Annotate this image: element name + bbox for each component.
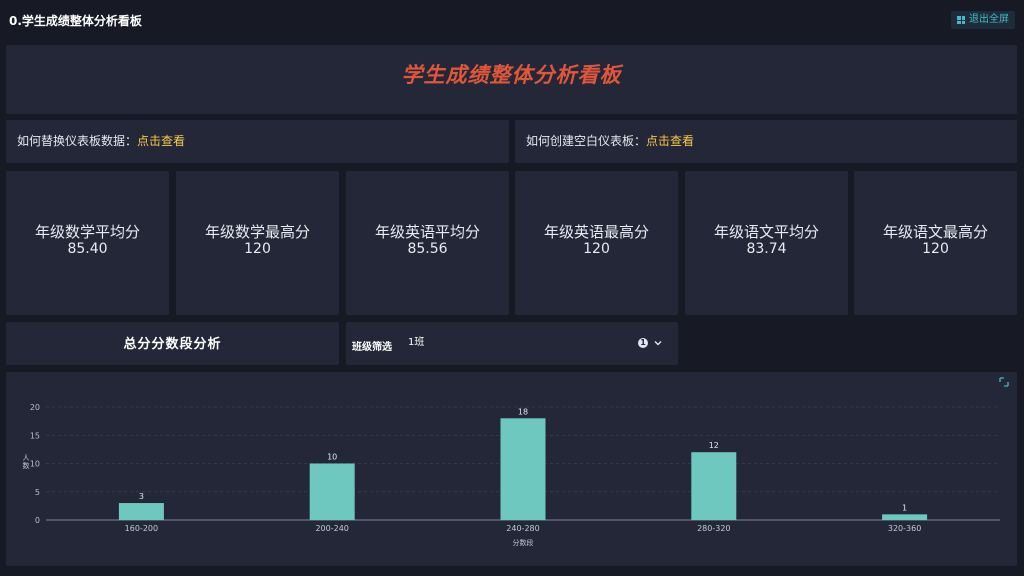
chart-panel: 0 5 10 15 20 人数 3 160-200 10 200-240 18 240-280 12 28… <box>6 372 1017 566</box>
exit-fullscreen-label: 退出全屏 <box>969 14 1009 25</box>
kpi-label: 年级数学最高分 <box>204 223 310 241</box>
chevron-down-icon <box>654 341 662 346</box>
grid-icon <box>957 16 965 24</box>
filter-label: 班级筛选 <box>352 342 392 353</box>
y-tick-label: 10 <box>30 460 40 469</box>
kpi-value: 120 <box>583 241 610 257</box>
kpi-card: 年级英语平均分 85.56 <box>346 171 509 315</box>
kpi-value: 120 <box>922 241 949 257</box>
help-panel-replace: 如何替换仪表板数据：点击查看 <box>6 120 509 163</box>
y-tick-label: 15 <box>30 431 40 440</box>
bar-value-label: 3 <box>139 492 144 501</box>
kpi-value: 120 <box>244 241 271 257</box>
bar-value-label: 1 <box>902 503 907 512</box>
filter-selected-value: 1班 <box>408 337 425 348</box>
x-tick-label: 200-240 <box>315 524 348 533</box>
help-prefix: 如何替换仪表板数据： <box>17 134 138 148</box>
bar-240-280 <box>500 418 546 520</box>
kpi-value: 85.40 <box>67 241 108 257</box>
bar-value-label: 18 <box>518 407 528 416</box>
kpi-card: 年级数学最高分 120 <box>176 171 339 315</box>
section-title-panel: 总分分数段分析 <box>6 322 339 365</box>
kpi-card: 年级英语最高分 120 <box>515 171 678 315</box>
dashboard-title: 学生成绩整体分析看板 <box>401 63 622 87</box>
x-tick-label: 320-360 <box>888 524 921 533</box>
x-axis-label: 分数段 <box>513 538 534 547</box>
kpi-value: 83.74 <box>746 241 787 257</box>
y-tick-label: 5 <box>35 488 40 497</box>
info-icon: 1 <box>638 338 648 348</box>
view-link[interactable]: 点击查看 <box>646 134 694 148</box>
class-filter-select[interactable]: 1班 1 <box>402 332 674 354</box>
view-link[interactable]: 点击查看 <box>137 134 185 148</box>
bar-280-320 <box>691 452 737 520</box>
class-filter-panel: 班级筛选 1班 1 <box>346 322 678 365</box>
help-panel-create: 如何创建空白仪表板：点击查看 <box>515 120 1017 163</box>
bar-200-240 <box>309 463 355 520</box>
exit-fullscreen-button[interactable]: 退出全屏 <box>951 11 1015 29</box>
page-title: 0.学生成绩整体分析看板 <box>9 14 142 28</box>
bar-value-label: 12 <box>709 441 719 450</box>
bar-chart: 0 5 10 15 20 人数 3 160-200 10 200-240 18 240-280 12 28… <box>23 403 1000 547</box>
x-tick-label: 160-200 <box>125 524 158 533</box>
y-tick-label: 20 <box>30 403 40 412</box>
y-axis-label: 人数 <box>23 454 30 470</box>
kpi-card: 年级语文平均分 83.74 <box>685 171 848 315</box>
kpi-label: 年级英语最高分 <box>543 223 649 241</box>
kpi-card: 年级数学平均分 85.40 <box>6 171 169 315</box>
kpi-value: 85.56 <box>407 241 448 257</box>
kpi-label: 年级语文最高分 <box>882 223 988 241</box>
kpi-label: 年级英语平均分 <box>374 223 480 241</box>
help-prefix: 如何创建空白仪表板： <box>526 134 647 148</box>
bar-value-label: 10 <box>327 453 337 462</box>
kpi-card: 年级语文最高分 120 <box>854 171 1017 315</box>
banner-panel: 学生成绩整体分析看板 <box>6 45 1017 114</box>
kpi-label: 年级数学平均分 <box>34 223 140 241</box>
bar-320-360 <box>882 514 928 520</box>
x-tick-label: 240-280 <box>506 524 539 533</box>
top-bar: 0.学生成绩整体分析看板 退出全屏 <box>0 0 1024 40</box>
kpi-label: 年级语文平均分 <box>713 223 819 241</box>
y-tick-label: 0 <box>35 516 40 525</box>
x-tick-label: 280-320 <box>697 524 730 533</box>
section-title: 总分分数段分析 <box>123 337 222 352</box>
bar-160-200 <box>118 503 164 520</box>
